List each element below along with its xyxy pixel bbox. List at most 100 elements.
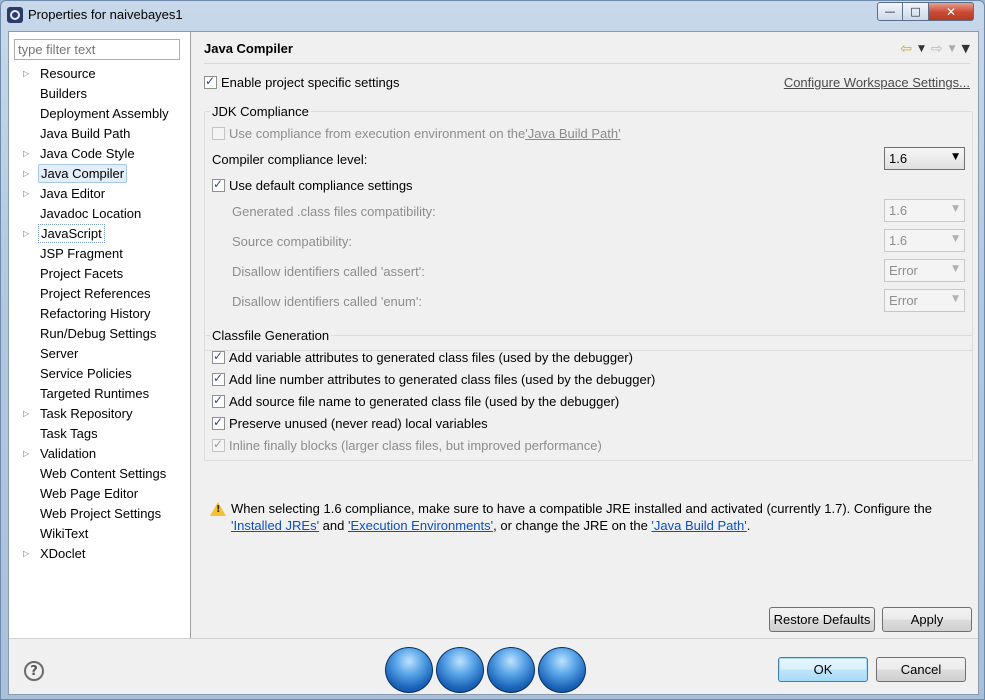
classfile-option-checkbox[interactable] [212, 371, 225, 386]
cancel-button[interactable]: Cancel [876, 657, 966, 682]
java-build-path-link-disabled[interactable]: 'Java Build Path' [525, 126, 620, 141]
warning-text-part: , or change the JRE on the [493, 518, 652, 533]
title-bar[interactable]: Properties for naivebayes1 — □ ✕ [1, 1, 984, 29]
tree-item[interactable]: Builders [9, 84, 190, 104]
expand-arrow-icon[interactable]: ▷ [23, 184, 29, 204]
tree-item[interactable]: ▷ JavaScript [9, 224, 190, 244]
tree-item[interactable]: Server [9, 344, 190, 364]
minimize-button[interactable]: — [877, 2, 903, 21]
tree-item[interactable]: ▷ Java Editor [9, 184, 190, 204]
tree-item-label: Web Project Settings [40, 506, 162, 521]
tree-item[interactable]: Javadoc Location [9, 204, 190, 224]
back-menu-chevron-down-icon[interactable]: ▼ [918, 41, 925, 57]
tree-item-label: JSP Fragment [40, 246, 123, 261]
tree-item[interactable]: Refactoring History [9, 304, 190, 324]
tree-item[interactable]: Targeted Runtimes [9, 384, 190, 404]
tree-item[interactable]: ▷ Java Code Style [9, 144, 190, 164]
tree-item-label: WikiText [40, 526, 89, 541]
execution-environments-link[interactable]: 'Execution Environments' [348, 518, 493, 533]
classfile-option-row[interactable]: Add line number attributes to generated … [212, 371, 655, 387]
properties-window: Properties for naivebayes1 — □ ✕ ▷ Resour… [0, 0, 985, 700]
expand-arrow-icon[interactable]: ▷ [23, 144, 29, 164]
restore-defaults-button[interactable]: Restore Defaults [769, 607, 875, 632]
classfile-option-checkbox[interactable] [212, 437, 225, 452]
expand-arrow-icon[interactable]: ▷ [23, 444, 29, 464]
disallow-enum-select[interactable]: Error ▼ [884, 289, 965, 312]
tree-item-label: Validation [40, 446, 97, 461]
expand-arrow-icon[interactable]: ▷ [23, 224, 29, 244]
classfile-option-row[interactable]: Preserve unused (never read) local varia… [212, 415, 488, 431]
use-default-compliance-row[interactable]: Use default compliance settings [212, 177, 413, 193]
tree-item[interactable]: Web Page Editor [9, 484, 190, 504]
maximize-button[interactable]: □ [902, 2, 929, 21]
source-compat-select[interactable]: 1.6 ▼ [884, 229, 965, 252]
disallow-assert-select[interactable]: Error ▼ [884, 259, 965, 282]
tree-item-label: JavaScript [38, 224, 105, 243]
installed-jres-link[interactable]: 'Installed JREs' [231, 518, 319, 533]
tree-item[interactable]: ▷ XDoclet [9, 544, 190, 564]
filter-input[interactable] [14, 39, 180, 60]
tree-item[interactable]: ▷ Validation [9, 444, 190, 464]
help-icon[interactable]: ? [24, 661, 44, 681]
source-compat-value: 1.6 [889, 233, 908, 248]
tree-item[interactable]: Java Build Path [9, 124, 190, 144]
java-build-path-link[interactable]: 'Java Build Path' [651, 518, 746, 533]
tree-item-label: XDoclet [40, 546, 86, 561]
generated-class-compat-select[interactable]: 1.6 ▼ [884, 199, 965, 222]
tree-item[interactable]: Service Policies [9, 364, 190, 384]
classfile-option-row[interactable]: Add source file name to generated class … [212, 393, 619, 409]
forward-arrow-icon[interactable]: ⇨ [931, 41, 943, 57]
classfile-option-checkbox[interactable] [212, 349, 225, 364]
warning-text: When selecting 1.6 compliance, make sure… [231, 500, 966, 534]
classfile-option-label: Inline finally blocks (larger class file… [229, 438, 602, 453]
enable-project-specific-row[interactable]: Enable project specific settings [204, 74, 399, 90]
tree-item[interactable]: ▷ Java Compiler [9, 164, 190, 184]
tree-item-label: Service Policies [40, 366, 132, 381]
disallow-enum-value: Error [889, 293, 918, 308]
enable-project-specific-checkbox[interactable] [204, 74, 217, 89]
forward-menu-chevron-down-icon[interactable]: ▼ [949, 41, 956, 57]
tree-item[interactable]: Task Tags [9, 424, 190, 444]
expand-arrow-icon[interactable]: ▷ [23, 164, 29, 184]
blue-orb-icon [385, 647, 433, 693]
tree-item[interactable]: Project References [9, 284, 190, 304]
compliance-level-value: 1.6 [889, 151, 908, 166]
compliance-level-select[interactable]: 1.6 ▼ [884, 147, 965, 170]
ok-button[interactable]: OK [778, 657, 868, 682]
use-env-compliance-row[interactable]: Use compliance from execution environmen… [212, 126, 621, 141]
tree-item[interactable]: WikiText [9, 524, 190, 544]
classfile-option-row[interactable]: Add variable attributes to generated cla… [212, 349, 633, 365]
expand-arrow-icon[interactable]: ▷ [23, 544, 29, 564]
close-button[interactable]: ✕ [928, 2, 974, 21]
configure-workspace-settings-link[interactable]: Configure Workspace Settings... [784, 75, 970, 90]
expand-arrow-icon[interactable]: ▷ [23, 404, 29, 424]
warning-text-part: . [746, 518, 751, 533]
tree-item[interactable]: ▷ Resource [9, 64, 190, 84]
use-env-compliance-checkbox[interactable] [212, 127, 225, 140]
classfile-option-checkbox[interactable] [212, 393, 225, 408]
tree-item[interactable]: Web Content Settings [9, 464, 190, 484]
tree-item[interactable]: ▷ Task Repository [9, 404, 190, 424]
classfile-option-row[interactable]: Inline finally blocks (larger class file… [212, 437, 602, 453]
tree-item[interactable]: Web Project Settings [9, 504, 190, 524]
generated-class-compat-value: 1.6 [889, 203, 908, 218]
tree-item-label: Resource [40, 66, 96, 81]
expand-arrow-icon[interactable]: ▷ [23, 64, 29, 84]
disallow-enum-label: Disallow identifiers called 'enum': [232, 294, 422, 309]
back-arrow-icon[interactable]: ⇦ [900, 41, 912, 57]
tree-item-label: Task Repository [40, 406, 133, 421]
classfile-option-checkbox[interactable] [212, 415, 225, 430]
tree-item[interactable]: Run/Debug Settings [9, 324, 190, 344]
jdk-compliance-title: JDK Compliance [210, 104, 311, 119]
tree-item[interactable]: Deployment Assembly [9, 104, 190, 124]
apply-button[interactable]: Apply [882, 607, 972, 632]
tree-item-label: Builders [40, 86, 87, 101]
tree-item[interactable]: Project Facets [9, 264, 190, 284]
use-default-compliance-label: Use default compliance settings [229, 178, 413, 193]
preference-page: Java Compiler ⇦ ▼ ⇨ ▼ ▼ Enable project s… [192, 32, 978, 638]
view-menu-chevron-down-icon[interactable]: ▼ [962, 41, 970, 57]
use-default-compliance-checkbox[interactable] [212, 177, 225, 192]
tree-item-label: Task Tags [40, 426, 98, 441]
tree-item-label: Server [40, 346, 79, 361]
tree-item[interactable]: JSP Fragment [9, 244, 190, 264]
